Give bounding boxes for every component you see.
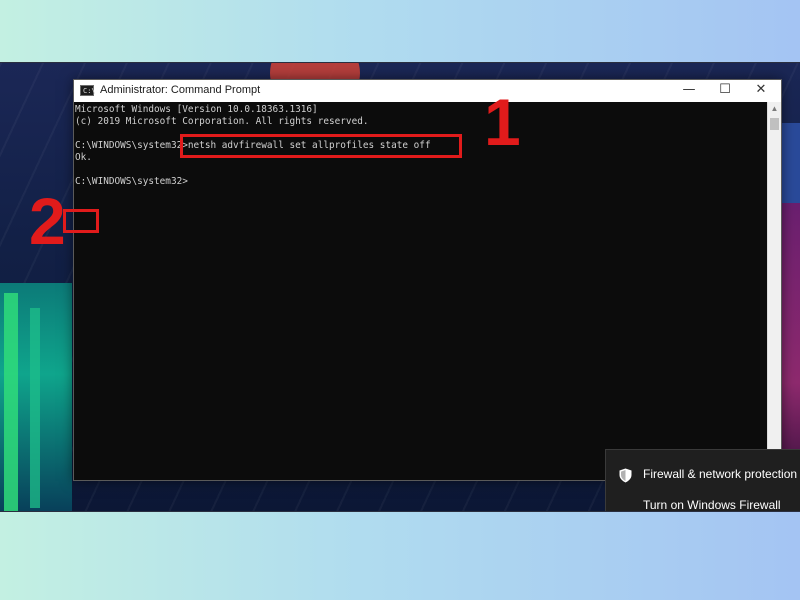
command-highlight-box: [180, 134, 462, 158]
turn-on-firewall-link[interactable]: Turn on Windows Firewall: [643, 498, 781, 511]
command-prompt-icon-label: C:\: [83, 87, 96, 95]
console-line-result: Ok.: [75, 152, 92, 163]
title-bar[interactable]: C:\ Administrator: Command Prompt — ☐ ✕: [74, 80, 781, 102]
console-output[interactable]: Microsoft Windows [Version 10.0.18363.13…: [74, 102, 767, 480]
command-prompt-icon: C:\: [80, 85, 96, 96]
shield-icon: [619, 468, 632, 483]
step-1-label: 1: [484, 85, 521, 159]
scroll-up-icon[interactable]: ▲: [768, 104, 781, 114]
close-button[interactable]: ✕: [743, 80, 779, 102]
notification-title: Firewall & network protection: [643, 467, 798, 481]
minimize-button[interactable]: —: [671, 80, 707, 102]
window-title: Administrator: Command Prompt: [100, 84, 261, 96]
firewall-notification[interactable]: Firewall & network protection Turn on Wi…: [605, 449, 800, 511]
console-line-prompt[interactable]: C:\WINDOWS\system32>: [75, 176, 188, 188]
screenshot: C:\ Administrator: Command Prompt — ☐ ✕ …: [0, 62, 800, 512]
scrollbar-thumb[interactable]: [770, 118, 779, 130]
console-line-copyright: (c) 2019 Microsoft Corporation. All righ…: [75, 116, 369, 127]
wallpaper-green-strip: [4, 293, 18, 511]
wallpaper-green-strip: [30, 308, 40, 508]
step-2-label: 2: [29, 184, 66, 258]
vertical-scrollbar[interactable]: ▲: [767, 102, 781, 480]
result-highlight-box: [63, 209, 99, 233]
maximize-button[interactable]: ☐: [707, 80, 743, 102]
console-line-version: Microsoft Windows [Version 10.0.18363.13…: [75, 104, 318, 115]
